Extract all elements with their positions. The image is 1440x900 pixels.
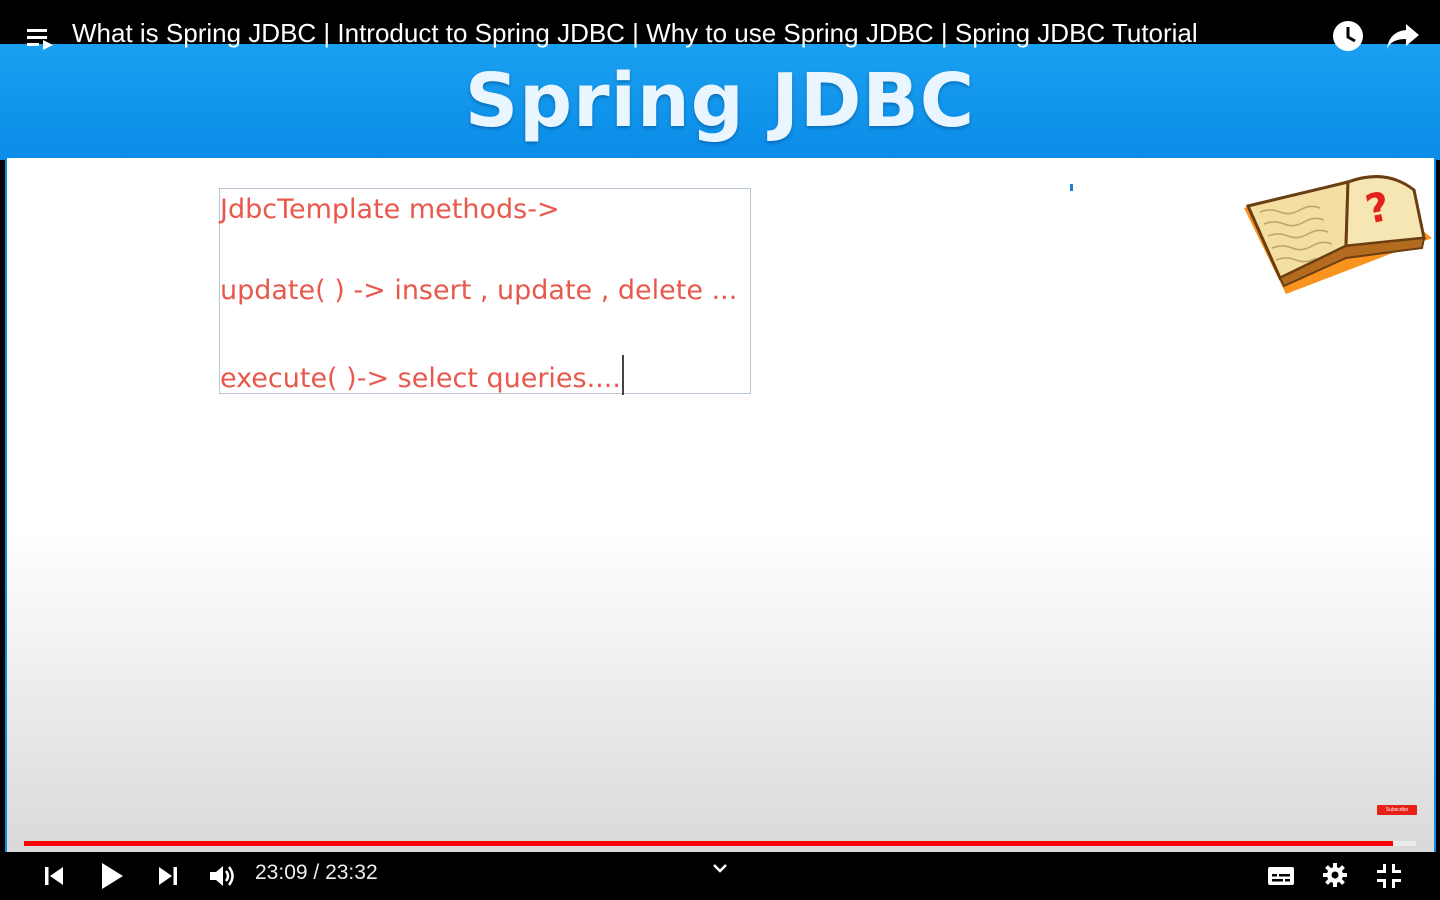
chevron-down-icon[interactable] (708, 858, 732, 878)
duration: 23:32 (325, 861, 378, 884)
note-line-3-text: execute( )-> select queries.... (220, 363, 621, 394)
text-caret (621, 355, 624, 395)
clock-icon[interactable] (1330, 18, 1366, 54)
exit-fullscreen-icon[interactable] (1372, 858, 1406, 894)
next-icon[interactable] (152, 860, 184, 892)
play-icon[interactable] (94, 858, 130, 894)
gear-icon[interactable] (1318, 857, 1352, 893)
time-display: 23:09 / 23:32 (255, 861, 378, 885)
playlist-icon[interactable] (24, 24, 56, 52)
video-title[interactable]: What is Spring JDBC | Introduct to Sprin… (72, 18, 1198, 49)
subscribe-badge[interactable]: Subscribe (1377, 805, 1417, 815)
progress-played (24, 841, 1394, 846)
video-frame[interactable]: Spring JDBC JdbcTemplate methods-> updat… (0, 0, 1440, 900)
previous-icon[interactable] (38, 860, 70, 892)
player-controls (0, 852, 1440, 900)
top-bar: What is Spring JDBC | Introduct to Sprin… (0, 0, 1440, 51)
note-line-2: update( ) -> insert , update , delete ..… (220, 275, 738, 306)
progress-bar[interactable] (24, 841, 1416, 846)
note-line-1: JdbcTemplate methods-> (220, 194, 560, 225)
current-time: 23:09 (255, 861, 308, 884)
captions-icon[interactable] (1264, 860, 1298, 892)
cursor-mark (1070, 184, 1073, 191)
note-line-3: execute( )-> select queries.... (220, 355, 624, 395)
book-question-icon: ? (1244, 175, 1432, 294)
volume-icon[interactable] (204, 858, 240, 894)
share-icon[interactable] (1384, 20, 1422, 52)
slide-heading: Spring JDBC (464, 58, 976, 144)
time-separator: / (307, 861, 326, 884)
